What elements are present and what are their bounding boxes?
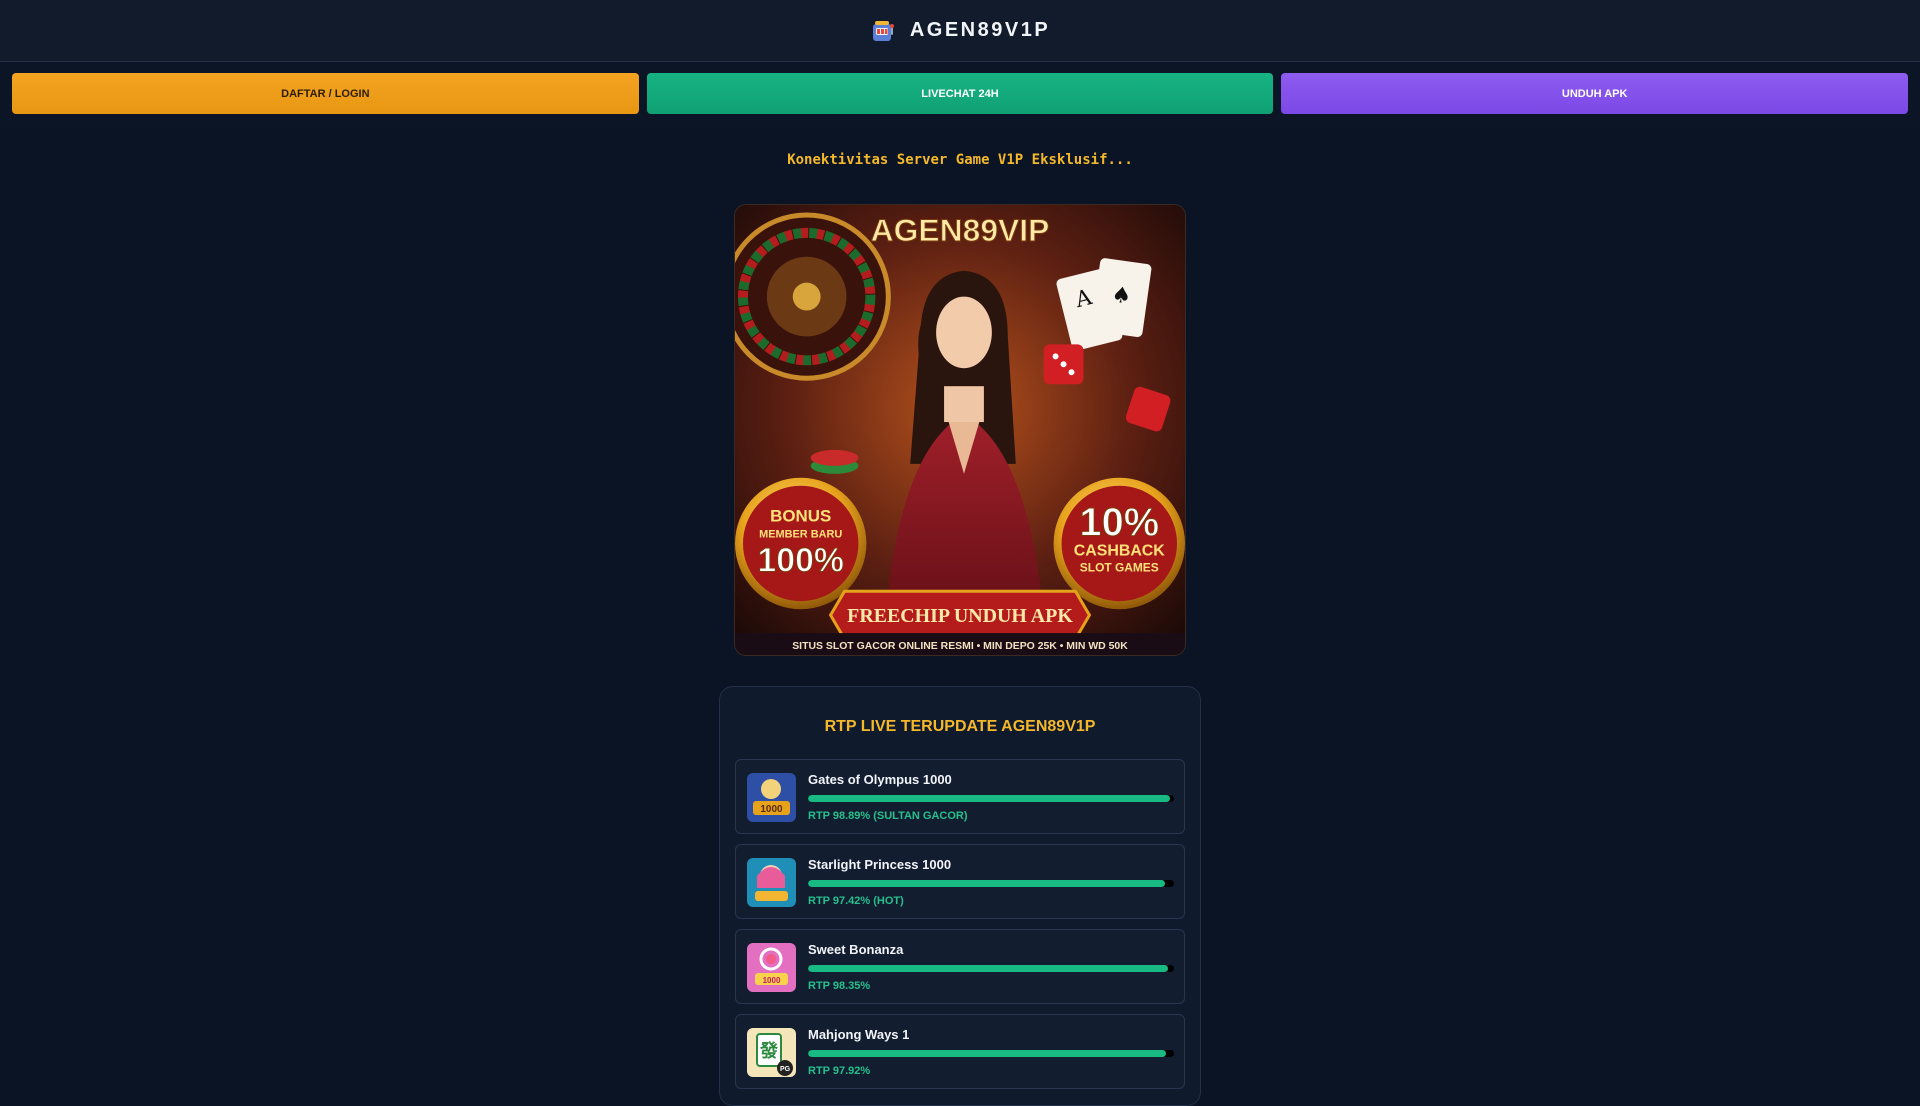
rtp-title: RTP LIVE TERUPDATE AGEN89V1P [824, 718, 1096, 735]
game-row-starlight-princess[interactable]: Starlight Princess 1000 RTP 97.42% (HOT) [735, 844, 1185, 919]
svg-text:1000: 1000 [763, 976, 781, 985]
rtp-bar-fill [808, 880, 1165, 887]
game-rtp: RTP 98.89% (SULTAN GACOR) [808, 810, 968, 822]
game-rtp: RTP 98.35% [808, 980, 871, 992]
game-name: Starlight Princess 1000 [808, 857, 952, 872]
slot-machine-icon [870, 18, 896, 44]
game-rtp: RTP 97.92% [808, 1065, 871, 1077]
action-bar: DAFTAR / LOGIN LIVECHAT 24H UNDUH APK [0, 63, 1920, 127]
brand-title: AGEN89V1P [909, 19, 1051, 41]
game-row-sweet-bonanza[interactable]: 1000 Sweet Bonanza RTP 98.35% [735, 929, 1185, 1004]
sweet-bonanza-thumbnail: 1000 [747, 943, 796, 992]
top-header: AGEN89V1P [0, 0, 1920, 62]
cashback-title: CASHBACK [1074, 542, 1166, 559]
rtp-bar [808, 965, 1174, 972]
banner-brand: AGEN89VIP [871, 212, 1050, 248]
svg-text:1000: 1000 [760, 804, 783, 815]
bonus-subtitle: MEMBER BARU [759, 529, 842, 541]
game-rtp: RTP 97.42% (HOT) [808, 895, 904, 907]
mahjong-ways-thumbnail: 發 PG [747, 1028, 796, 1077]
game-name: Mahjong Ways 1 [808, 1027, 910, 1042]
game-name: Gates of Olympus 1000 [808, 772, 952, 787]
svg-text:♠: ♠ [1110, 282, 1133, 309]
tagline: Konektivitas Server Game V1P Eksklusif..… [787, 152, 1133, 168]
svg-text:發: 發 [759, 1040, 779, 1062]
rtp-bar [808, 795, 1174, 802]
cashback-subtitle: SLOT GAMES [1080, 560, 1159, 574]
game-row-gates-of-olympus[interactable]: 1000 Gates of Olympus 1000 RTP 98.89% (S… [735, 759, 1185, 834]
cashback-value: 10% [1079, 501, 1159, 545]
gates-of-olympus-thumbnail: 1000 [747, 773, 796, 822]
rtp-bar [808, 1050, 1174, 1057]
rtp-panel: RTP LIVE TERUPDATE AGEN89V1P 1000 Gates … [719, 686, 1201, 1106]
rtp-bar-fill [808, 1050, 1167, 1057]
svg-text:PG: PG [780, 1066, 791, 1073]
login-button[interactable]: DAFTAR / LOGIN [12, 73, 639, 114]
game-name: Sweet Bonanza [808, 942, 904, 957]
download-apk-button[interactable]: UNDUH APK [1281, 73, 1909, 114]
bonus-value: 100% [757, 541, 844, 579]
livechat-button[interactable]: LIVECHAT 24H [646, 73, 1274, 114]
rtp-bar-fill [808, 795, 1170, 802]
ribbon-text: FREECHIP UNDUH APK [847, 605, 1073, 627]
bonus-title: BONUS [770, 507, 831, 526]
banner-footer: SITUS SLOT GACOR ONLINE RESMI • MIN DEPO… [792, 641, 1128, 652]
promo-banner[interactable]: A ♠ AGEN89VIP BONUS MEMBER BARU 100% 10%… [734, 204, 1186, 656]
game-row-mahjong-ways[interactable]: 發 PG Mahjong Ways 1 RTP 97.92% [735, 1014, 1185, 1089]
rtp-bar [808, 880, 1174, 887]
rtp-bar-fill [808, 965, 1168, 972]
starlight-princess-thumbnail [747, 858, 796, 907]
